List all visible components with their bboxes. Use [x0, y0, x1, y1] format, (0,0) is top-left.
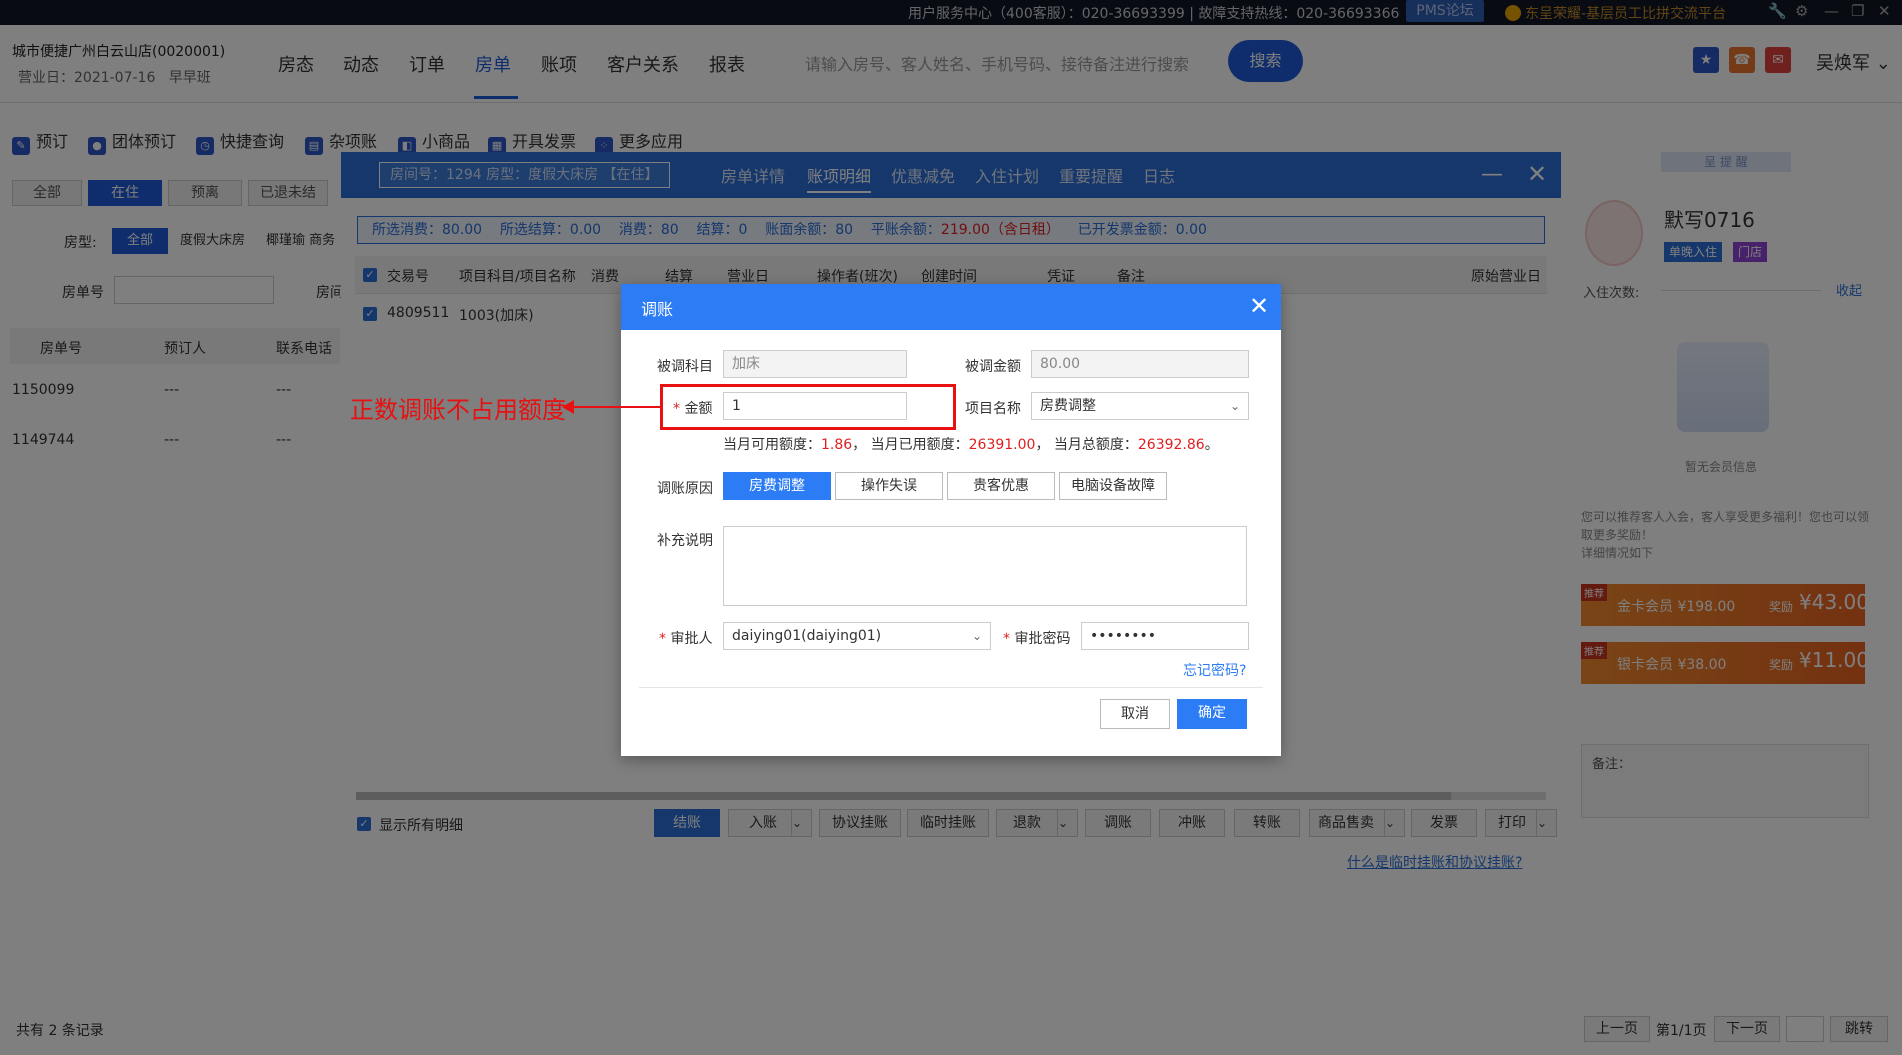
adjusted-item-field: 加床	[723, 350, 907, 378]
annotation-text: 正数调账不占用额度	[350, 396, 566, 424]
adjust-account-dialog: 调账 ✕ 被调科目 加床 被调金额 80.00 * 金额 1 项目名称 房费调整…	[621, 284, 1281, 756]
reason-room-fee[interactable]: 房费调整	[723, 472, 831, 500]
dialog-title: 调账	[641, 300, 674, 319]
chevron-down-icon: ⌄	[971, 629, 982, 643]
adjusted-amount-field: 80.00	[1031, 350, 1249, 378]
cancel-button[interactable]: 取消	[1100, 699, 1170, 729]
approver-label: * 审批人	[659, 631, 713, 647]
annotation-arrow-line	[568, 406, 660, 408]
reason-equipment-fault[interactable]: 电脑设备故障	[1059, 472, 1167, 500]
item-name-label: 项目名称	[965, 401, 1021, 417]
monthly-quota-info: 当月可用额度：1.86， 当月已用额度：26391.00， 当月总额度：2639…	[723, 437, 1219, 453]
reason-vip-discount[interactable]: 贵客优惠	[947, 472, 1055, 500]
confirm-button[interactable]: 确定	[1177, 699, 1247, 729]
reason-operation-error[interactable]: 操作失误	[835, 472, 943, 500]
remark-label: 补充说明	[657, 533, 713, 549]
adjusted-item-label: 被调科目	[657, 359, 713, 375]
adjusted-amount-label: 被调金额	[965, 359, 1021, 375]
dialog-divider	[639, 687, 1263, 688]
reason-label: 调账原因	[657, 481, 713, 497]
dialog-title-bar: 调账 ✕	[621, 284, 1281, 330]
password-input[interactable]: ••••••••	[1081, 622, 1249, 650]
dialog-close-icon[interactable]: ✕	[1249, 292, 1269, 320]
chevron-down-icon: ⌄	[1229, 399, 1240, 413]
item-name-select[interactable]: 房费调整 ⌄	[1031, 392, 1249, 420]
annotation-highlight-box	[660, 384, 956, 430]
password-label: * 审批密码	[1003, 631, 1071, 647]
forgot-password-link[interactable]: 忘记密码?	[1183, 660, 1246, 680]
remark-textarea[interactable]	[723, 526, 1247, 606]
approver-select[interactable]: daiying01(daiying01) ⌄	[723, 622, 991, 650]
